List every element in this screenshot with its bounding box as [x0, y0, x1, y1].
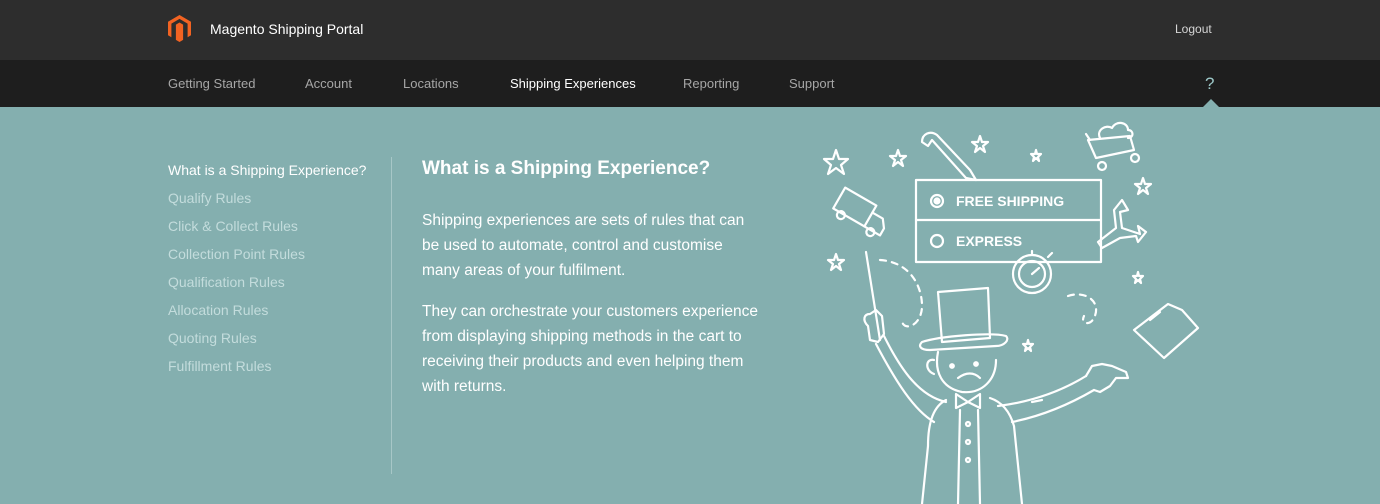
option-free-shipping: FREE SHIPPING: [956, 193, 1064, 209]
nav-reporting[interactable]: Reporting: [683, 76, 739, 91]
magento-logo-icon[interactable]: [168, 15, 191, 42]
content-paragraph-1: Shipping experiences are sets of rules t…: [422, 212, 745, 279]
sidebar-divider: [391, 157, 392, 474]
logout-link[interactable]: Logout: [1175, 22, 1212, 36]
nav-getting-started[interactable]: Getting Started: [168, 76, 255, 91]
sidebar-item-qualification-rules[interactable]: Qualification Rules: [168, 274, 285, 290]
sidebar-item-qualify-rules[interactable]: Qualify Rules: [168, 190, 251, 206]
sidebar-item-what-is[interactable]: What is a Shipping Experience?: [168, 162, 366, 178]
nav-locations[interactable]: Locations: [403, 76, 459, 91]
content-paragraph-2: They can orchestrate your customers expe…: [422, 303, 758, 395]
option-express: EXPRESS: [956, 233, 1022, 249]
sidebar-item-collection-point-rules[interactable]: Collection Point Rules: [168, 246, 305, 262]
help-panel-caret: [1203, 99, 1219, 107]
package-icon: [1132, 302, 1200, 360]
split-arrow-icon: [1096, 198, 1148, 250]
van-icon: [832, 186, 886, 238]
wrench-icon: [920, 131, 978, 182]
trolley-icon: [1084, 121, 1141, 172]
top-bar: Magento Shipping Portal Logout: [0, 0, 1380, 60]
nav-shipping-experiences[interactable]: Shipping Experiences: [510, 76, 636, 91]
sidebar-item-click-collect-rules[interactable]: Click & Collect Rules: [168, 218, 298, 234]
stopwatch-icon: [1011, 249, 1054, 295]
sidebar-item-fulfillment-rules[interactable]: Fulfillment Rules: [168, 358, 271, 374]
app-title[interactable]: Magento Shipping Portal: [210, 21, 363, 37]
conductor-illustration: FREE SHIPPING EXPRESS: [822, 121, 1200, 504]
nav-account[interactable]: Account: [305, 76, 352, 91]
sidebar-item-allocation-rules[interactable]: Allocation Rules: [168, 302, 268, 318]
nav-support[interactable]: Support: [789, 76, 835, 91]
content-title: What is a Shipping Experience?: [422, 158, 711, 179]
help-button[interactable]: ?: [1205, 74, 1214, 94]
main-nav: Getting Started Account Locations Shippi…: [0, 60, 1380, 107]
conductor-figure: [863, 250, 1130, 504]
sidebar-item-quoting-rules[interactable]: Quoting Rules: [168, 330, 257, 346]
